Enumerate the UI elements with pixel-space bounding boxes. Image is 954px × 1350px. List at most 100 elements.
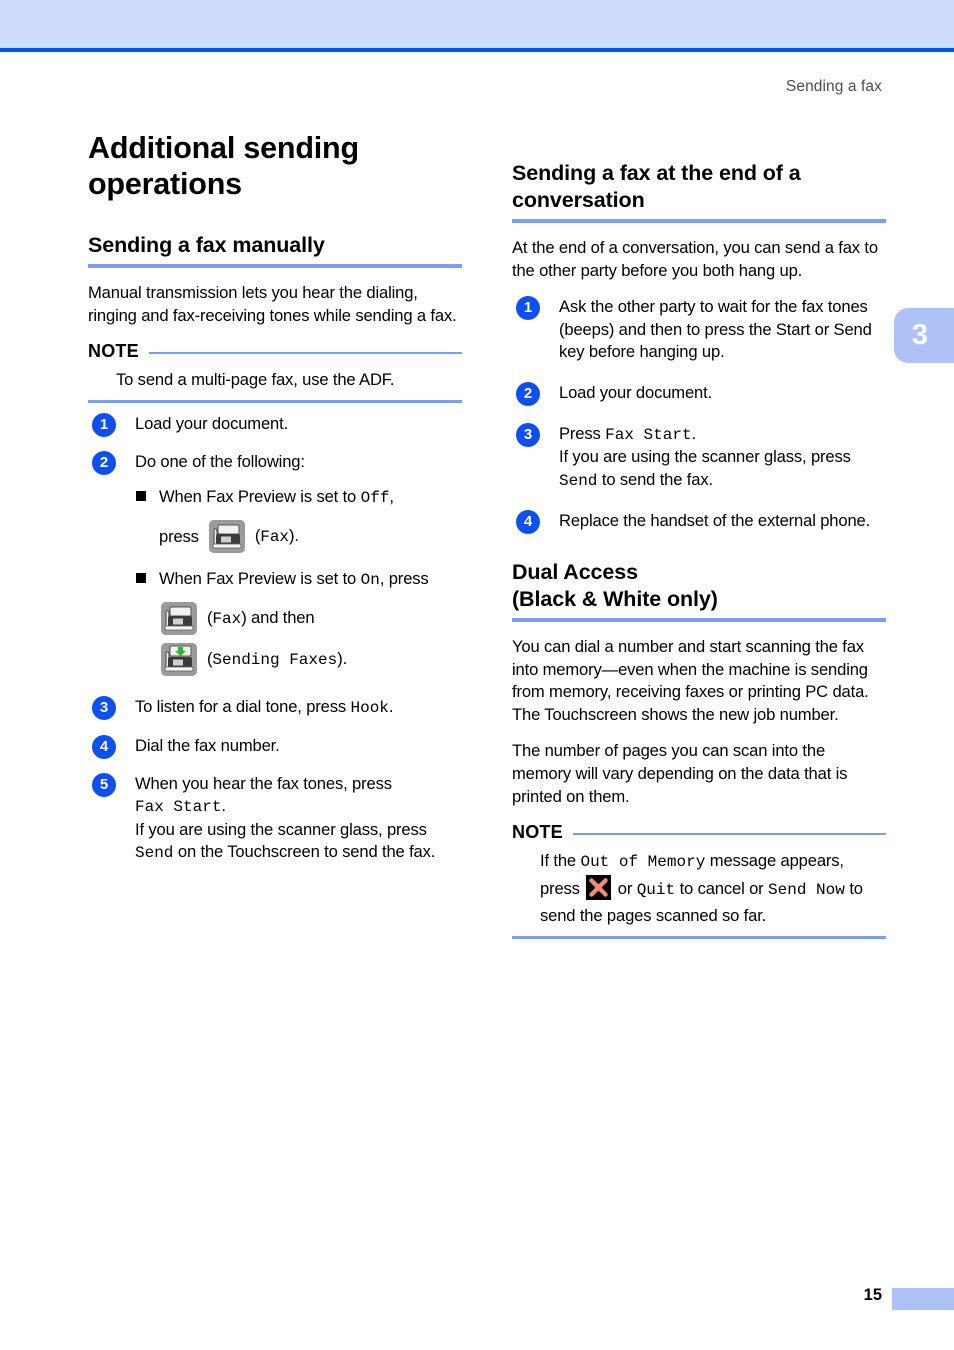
fax-machine-icon[interactable] bbox=[161, 602, 197, 636]
section-sending-fax-end-of-conversation: Sending a fax at the end of a conversati… bbox=[512, 160, 886, 535]
sending-faxes-icon-caption: (Sending Faxes). bbox=[207, 649, 348, 670]
note-header: NOTE bbox=[512, 822, 886, 843]
step-text-post: . bbox=[691, 423, 697, 443]
bullet-list-fax-preview: When Fax Preview is set to Off, press (F… bbox=[135, 483, 462, 677]
step-item: 2 Load your document. bbox=[512, 381, 886, 406]
step-text-line1: When you hear the fax tones, press bbox=[135, 773, 392, 793]
sending-faxes-icon[interactable] bbox=[161, 643, 197, 677]
step-text-pre: To listen for a dial tone, press bbox=[135, 697, 351, 717]
section-title-end-of-conversation: Sending a fax at the end of a conversati… bbox=[512, 161, 801, 212]
bullet-mono-value: On bbox=[360, 571, 380, 590]
note-text-4: to cancel or bbox=[679, 879, 764, 899]
note-block-adf: NOTE To send a multi-page fax, use the A… bbox=[88, 341, 462, 404]
step-text-line2: If you are using the scanner glass, pres… bbox=[135, 819, 427, 839]
step-number-badge: 1 bbox=[516, 296, 540, 321]
bullet-text-post: , press bbox=[379, 569, 429, 589]
page-footer-block bbox=[892, 1288, 954, 1310]
icon-line-sending-faxes: (Sending Faxes). bbox=[159, 643, 462, 677]
note-footer-rule bbox=[88, 400, 462, 404]
bullet-mono-value: Off bbox=[360, 489, 390, 508]
step-number-badge: 3 bbox=[92, 696, 116, 721]
dual-access-paragraph-1: You can dial a number and start scanning… bbox=[512, 636, 869, 724]
step-item: 2 Do one of the following: When Fax Prev… bbox=[88, 450, 462, 677]
press-label: press bbox=[159, 526, 199, 546]
section-title-sending-fax-manually: Sending a fax manually bbox=[88, 233, 325, 257]
note-mono-send-now: Send Now bbox=[768, 881, 845, 900]
dual-access-paragraph-2: The number of pages you can scan into th… bbox=[512, 741, 848, 806]
note-header-rule bbox=[572, 832, 886, 835]
step-number-badge: 2 bbox=[92, 450, 116, 475]
section-sending-a-fax-manually: Sending a fax manually Manual transmissi… bbox=[88, 232, 462, 865]
step-text: Load your document. bbox=[135, 414, 289, 434]
step-number-badge: 1 bbox=[92, 413, 116, 438]
step-text: Do one of the following: bbox=[135, 451, 305, 471]
step-number-badge: 4 bbox=[92, 734, 116, 759]
bullet-item-preview-on: When Fax Preview is set to On, press (Fa… bbox=[135, 565, 462, 677]
note-mono-out-of-memory: Out of Memory bbox=[580, 853, 706, 872]
step-mono-fax-start: Fax Start bbox=[605, 425, 692, 444]
section-title-dual-access-line1: Dual Access bbox=[512, 559, 638, 584]
running-head: Sending a fax bbox=[785, 78, 882, 95]
steps-list-end-of-conversation: 1 Ask the other party to wait for the fa… bbox=[512, 296, 886, 535]
left-column: Additional sending operations Sending a … bbox=[88, 130, 462, 880]
page-number: 15 bbox=[863, 1286, 882, 1304]
bullet-text-pre: When Fax Preview is set to bbox=[159, 569, 361, 589]
note-header: NOTE bbox=[88, 341, 462, 362]
section-title-dual-access-line2: (Black & White only) bbox=[512, 586, 718, 611]
note-text: If the Out of Memory message appears, pr… bbox=[540, 848, 886, 928]
step-item: 3 Press Fax Start. If you are using the … bbox=[512, 422, 886, 493]
page-title: Additional sending operations bbox=[88, 131, 359, 201]
step-mono-send: Send bbox=[135, 844, 174, 863]
step-item: 3 To listen for a dial tone, press Hook. bbox=[88, 696, 462, 721]
step-number-badge: 4 bbox=[516, 510, 540, 535]
step-mono-send: Send bbox=[559, 471, 598, 490]
step-text-line2: If you are using the scanner glass, pres… bbox=[559, 447, 851, 467]
bullet-item-preview-off: When Fax Preview is set to Off, press (F… bbox=[135, 483, 462, 554]
step-text: Replace the handset of the external phon… bbox=[559, 511, 871, 531]
section-rule bbox=[88, 264, 462, 268]
note-text-3: or bbox=[617, 879, 633, 899]
section-intro-paragraph: Manual transmission lets you hear the di… bbox=[88, 283, 457, 325]
step-item: 4 Replace the handset of the external ph… bbox=[512, 510, 886, 535]
note-label: NOTE bbox=[88, 341, 139, 362]
step-mono-fax-start: Fax Start bbox=[135, 798, 222, 817]
step-number-badge: 5 bbox=[92, 772, 116, 797]
chapter-tab: 3 bbox=[894, 308, 954, 363]
cancel-x-icon[interactable] bbox=[586, 875, 612, 901]
fax-icon-caption: (Fax). bbox=[254, 526, 299, 547]
page-header-band bbox=[0, 0, 954, 48]
step-mono-value: Hook bbox=[350, 699, 389, 718]
section-dual-access: Dual Access (Black & White only) You can… bbox=[512, 559, 886, 940]
step-item: 1 Ask the other party to wait for the fa… bbox=[512, 296, 886, 364]
step-text-after-mono: . bbox=[221, 796, 226, 816]
step-text-post: . bbox=[388, 697, 394, 717]
fax-machine-icon[interactable] bbox=[208, 520, 245, 554]
step-text-line2-cont: to send the fax. bbox=[597, 469, 713, 489]
step-text: Load your document. bbox=[559, 382, 713, 402]
step-number-badge: 3 bbox=[516, 422, 540, 447]
note-text-1: If the bbox=[540, 851, 576, 871]
note-label: NOTE bbox=[512, 822, 563, 843]
chapter-tab-number: 3 bbox=[911, 319, 929, 351]
step-item: 1 Load your document. bbox=[88, 413, 462, 438]
step-text-line2-cont: on the Touchscreen to send the fax. bbox=[173, 842, 436, 862]
step-text: Ask the other party to wait for the fax … bbox=[559, 297, 872, 362]
bullet-text-pre: When Fax Preview is set to bbox=[159, 487, 361, 507]
note-block-out-of-memory: NOTE If the Out of Memory message appear… bbox=[512, 822, 886, 940]
note-mono-quit: Quit bbox=[636, 881, 676, 900]
section-intro-paragraph: At the end of a conversation, you can se… bbox=[512, 238, 878, 280]
section-rule bbox=[512, 219, 886, 223]
icon-line-press-fax: press (Fax). bbox=[159, 520, 462, 554]
step-number-badge: 2 bbox=[516, 381, 540, 406]
note-header-rule bbox=[148, 351, 462, 354]
note-text: To send a multi-page fax, use the ADF. bbox=[116, 370, 395, 390]
steps-list-manual-fax: 1 Load your document. 2 Do one of the fo… bbox=[88, 413, 462, 865]
note-footer-rule bbox=[512, 936, 886, 940]
bullet-text-post: , bbox=[389, 487, 394, 507]
icon-line-fax: (Fax) and then bbox=[159, 602, 462, 636]
step-item: 4 Dial the fax number. bbox=[88, 734, 462, 759]
step-item: 5 When you hear the fax tones, press Fax… bbox=[88, 772, 462, 865]
fax-icon-caption: (Fax) and then bbox=[207, 608, 315, 629]
page-header-rule bbox=[0, 48, 954, 52]
right-column: Sending a fax at the end of a conversati… bbox=[512, 130, 886, 949]
